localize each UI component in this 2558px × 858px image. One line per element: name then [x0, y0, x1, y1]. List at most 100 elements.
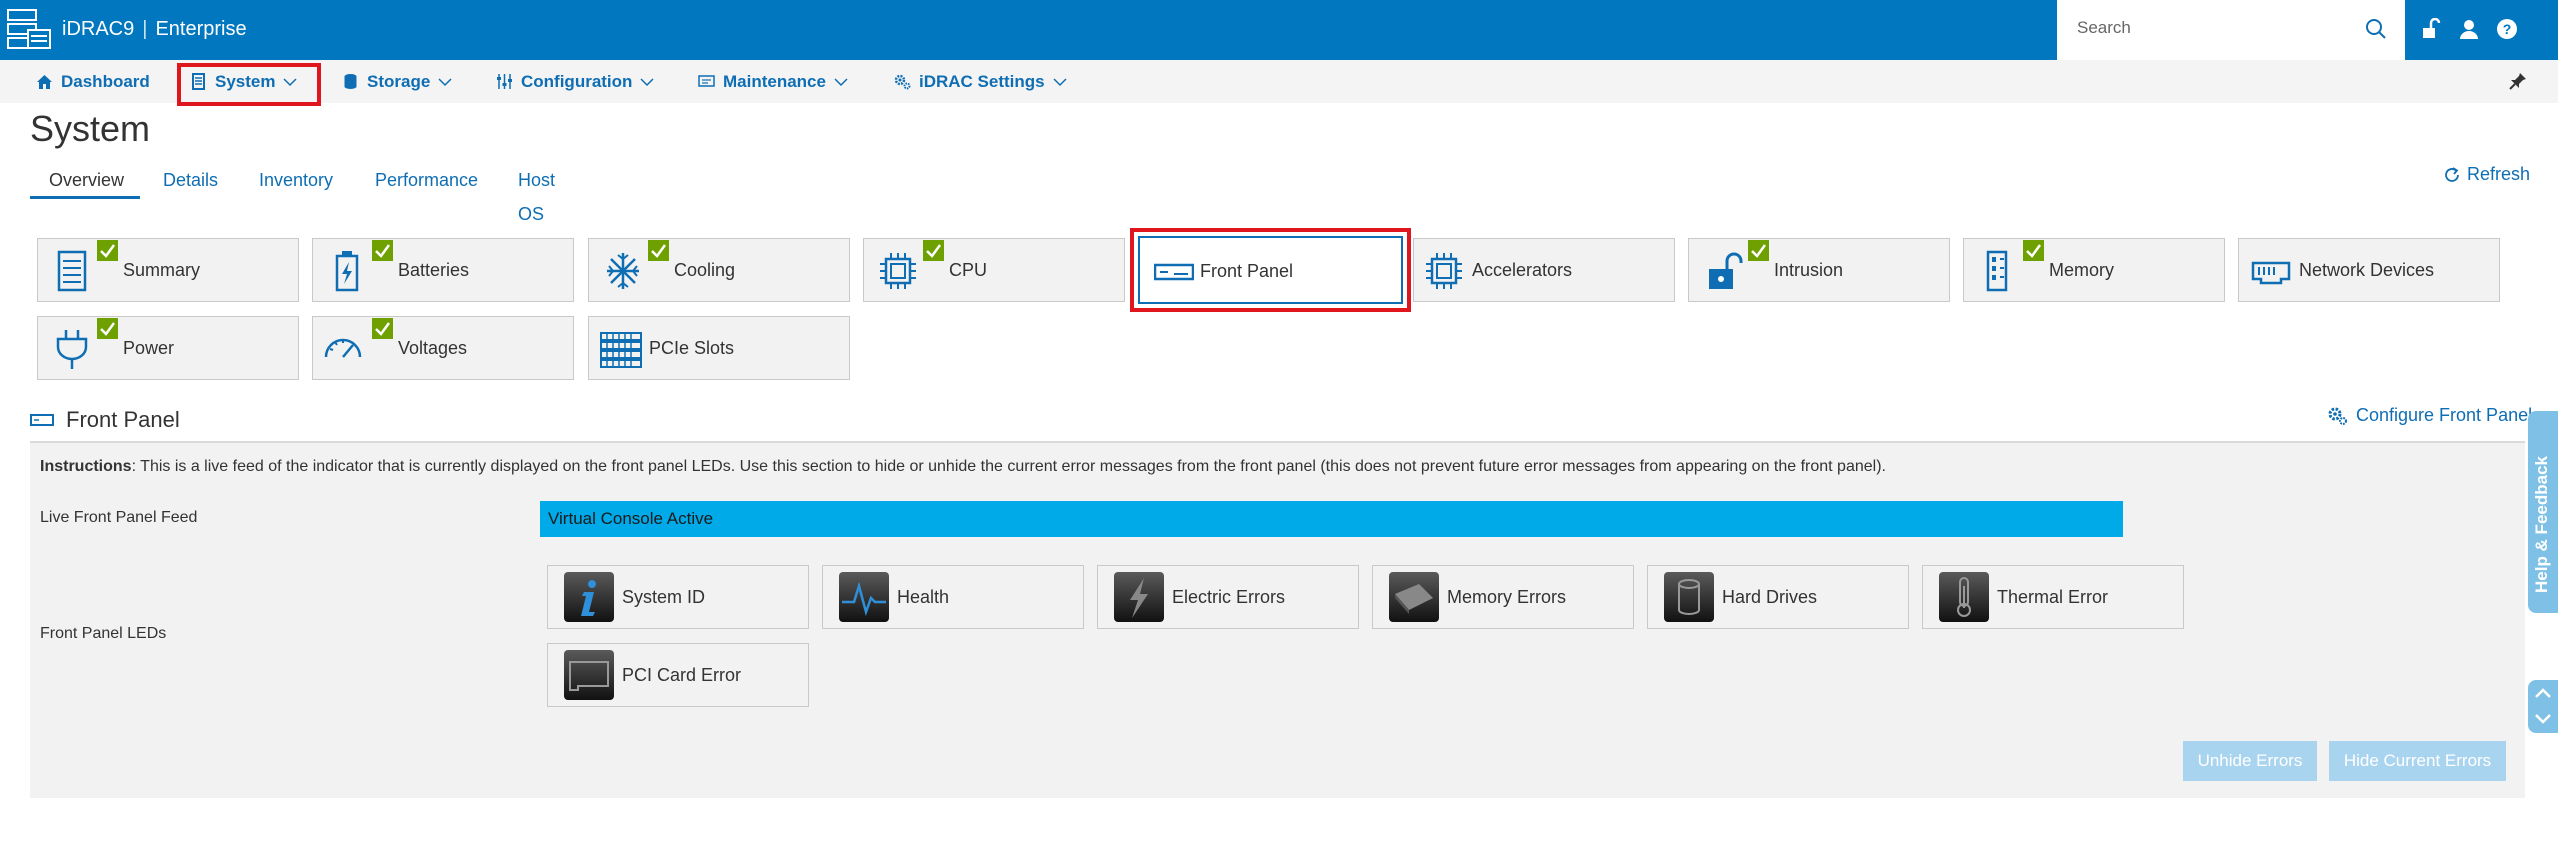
active-tab-indicator	[30, 196, 140, 199]
nav-dashboard[interactable]: Dashboard	[36, 60, 150, 103]
chevron-down-icon	[834, 77, 848, 86]
tile-pcie-slots[interactable]: PCIe Slots	[588, 316, 850, 380]
pcie-icon	[600, 332, 642, 368]
memory-chip-icon	[1389, 572, 1439, 622]
search-box[interactable]	[2057, 0, 2405, 60]
tile-summary[interactable]: Summary	[37, 238, 299, 302]
nav-storage-label: Storage	[367, 71, 431, 91]
led-label: Hard Drives	[1722, 587, 1818, 607]
heartbeat-icon	[839, 572, 889, 622]
live-feed-bar: Virtual Console Active	[540, 501, 2123, 537]
led-system-id[interactable]: System ID	[547, 565, 809, 629]
memory-icon	[1986, 250, 2008, 292]
led-pci-card-error[interactable]: PCI Card Error	[547, 643, 809, 707]
help-feedback-tab[interactable]: Help & Feedback	[2528, 411, 2558, 613]
tile-label: Memory	[2049, 260, 2115, 280]
hide-current-errors-button[interactable]: Hide Current Errors	[2329, 741, 2506, 781]
chevron-down-icon	[438, 77, 452, 86]
idrac-logo-icon	[7, 9, 51, 49]
page-title: System	[30, 108, 151, 149]
info-icon	[564, 572, 614, 622]
nav-storage[interactable]: Storage	[342, 60, 452, 103]
check-icon	[2026, 244, 2042, 258]
tile-label: CPU	[949, 260, 988, 280]
gears-icon	[894, 74, 911, 90]
unlock-icon[interactable]	[2420, 17, 2442, 40]
chevron-down-icon	[1053, 77, 1067, 86]
tile-memory[interactable]: Memory	[1963, 238, 2225, 302]
led-health[interactable]: Health	[822, 565, 1084, 629]
lock-icon	[1709, 252, 1743, 289]
lightning-icon	[1114, 572, 1164, 622]
tab-host-os[interactable]: Host OS	[518, 163, 555, 224]
tile-cooling[interactable]: Cooling	[588, 238, 850, 302]
help-icon[interactable]: ?	[2496, 18, 2518, 40]
tab-performance[interactable]: Performance	[375, 163, 478, 201]
led-label: PCI Card Error	[622, 665, 742, 685]
pin-icon[interactable]	[2508, 71, 2528, 91]
tile-label: PCIe Slots	[649, 338, 735, 358]
tile-intrusion[interactable]: Intrusion	[1688, 238, 1950, 302]
refresh-label: Refresh	[2467, 164, 2531, 184]
tile-voltages[interactable]: Voltages	[312, 316, 574, 380]
pci-card-icon	[564, 650, 614, 700]
status-ok-badge	[97, 240, 118, 261]
front-panel-content: Instructions: This is a live feed of the…	[30, 441, 2525, 798]
product-name: iDRAC9	[62, 18, 135, 40]
led-label: System ID	[622, 587, 706, 607]
check-icon	[651, 244, 667, 258]
refresh-button[interactable]: Refresh	[2443, 164, 2530, 185]
tile-cpu[interactable]: CPU	[863, 238, 1125, 302]
chevron-down-icon	[640, 77, 654, 86]
tile-power[interactable]: Power	[37, 316, 299, 380]
check-icon	[375, 322, 391, 336]
live-feed-label: Live Front Panel Feed	[40, 509, 198, 526]
unhide-errors-button[interactable]: Unhide Errors	[2183, 741, 2317, 781]
led-thermal-error[interactable]: Thermal Error	[1922, 565, 2184, 629]
help-feedback-label: Help & Feedback	[2532, 456, 2551, 593]
front-panel-leds-label: Front Panel LEDs	[40, 625, 167, 642]
instructions-label: Instructions	[40, 458, 132, 475]
app-title: iDRAC9 | Enterprise	[62, 18, 247, 40]
hard-drive-icon	[1664, 572, 1714, 622]
led-memory-errors[interactable]: Memory Errors	[1372, 565, 1634, 629]
status-ok-badge	[372, 240, 393, 261]
main-nav: Dashboard System Storage Configuration M…	[0, 60, 2558, 103]
front-panel-icon	[30, 414, 54, 426]
search-icon[interactable]	[2365, 18, 2387, 40]
led-label: Memory Errors	[1447, 587, 1567, 607]
nav-maintenance-label: Maintenance	[723, 71, 826, 91]
status-ok-badge	[648, 240, 669, 261]
led-electric-errors[interactable]: Electric Errors	[1097, 565, 1359, 629]
led-hard-drives[interactable]: Hard Drives	[1647, 565, 1909, 629]
check-icon	[1751, 244, 1767, 258]
nav-idrac-settings-label: iDRAC Settings	[919, 71, 1045, 91]
status-ok-badge	[2023, 240, 2044, 261]
nav-dashboard-label: Dashboard	[61, 71, 150, 91]
nav-configuration[interactable]: Configuration	[496, 60, 654, 103]
led-label: Thermal Error	[1997, 587, 2109, 607]
tile-label: Batteries	[398, 260, 470, 280]
nav-idrac-settings[interactable]: iDRAC Settings	[894, 60, 1067, 103]
configure-front-panel-link[interactable]: Configure Front Panel	[2328, 405, 2532, 426]
check-icon	[100, 244, 116, 258]
tile-label: Power	[123, 338, 175, 358]
svg-text:?: ?	[2503, 21, 2512, 37]
user-icon[interactable]	[2458, 18, 2480, 40]
tile-network-devices[interactable]: Network Devices	[2238, 238, 2500, 302]
chevron-down-icon[interactable]	[2534, 712, 2552, 726]
gauge-icon	[324, 338, 362, 358]
tab-details[interactable]: Details	[163, 163, 218, 201]
status-ok-badge	[372, 318, 393, 339]
tile-label: Accelerators	[1472, 260, 1573, 280]
status-ok-badge	[923, 240, 944, 261]
tile-accelerators[interactable]: Accelerators	[1413, 238, 1675, 302]
accelerator-icon	[1426, 253, 1462, 289]
front-panel-highlight	[1130, 228, 1411, 312]
chevron-up-icon[interactable]	[2534, 686, 2552, 700]
front-panel-section-header: Front Panel	[30, 407, 180, 433]
tile-batteries[interactable]: Batteries	[312, 238, 574, 302]
search-input[interactable]	[2077, 18, 2357, 38]
tab-inventory[interactable]: Inventory	[259, 163, 333, 201]
nav-maintenance[interactable]: Maintenance	[698, 60, 848, 103]
